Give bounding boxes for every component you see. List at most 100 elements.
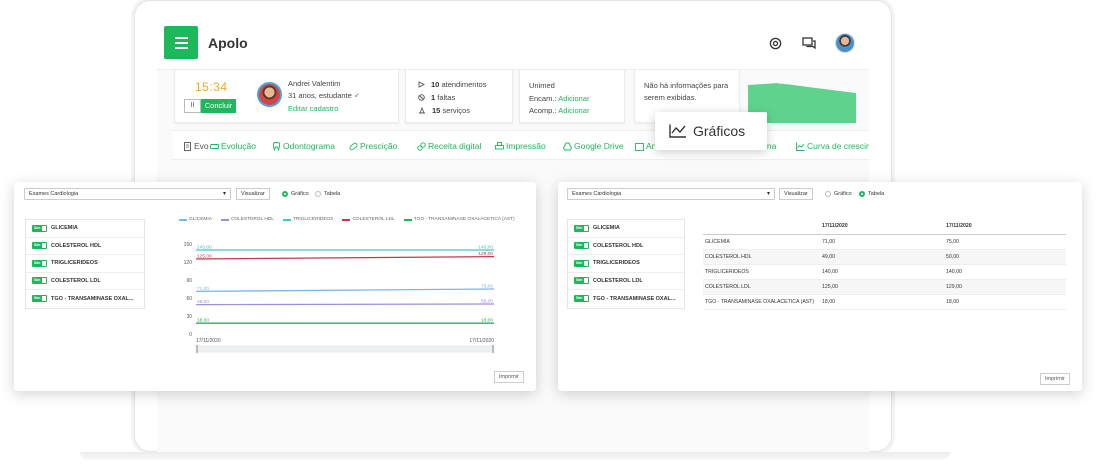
scale-icon xyxy=(419,107,425,114)
exam-item-triglicerideos[interactable]: Sim TRIGLICERIDEOS xyxy=(26,255,144,273)
table-panel: Exames Cardiologia ▾ Visualizar Gráfico T… xyxy=(558,182,1082,391)
radio-chart[interactable]: Gráfico xyxy=(282,191,309,197)
data-label: 50,00 xyxy=(481,299,493,305)
exam-item-triglicerideos[interactable]: Sim TRIGLICERIDEOS xyxy=(568,255,684,273)
insurance-card: Unimed Encam.: Adicionar Acomp.: Adicion… xyxy=(519,69,625,123)
legend-item[interactable]: GLICEMIA xyxy=(179,217,212,222)
visualize-button[interactable]: Visualizar xyxy=(779,188,813,200)
tab-evolucao[interactable]: Evolução xyxy=(210,141,256,151)
tab-google-drive[interactable]: Google Drive xyxy=(563,141,624,151)
radio-table[interactable]: Tabela xyxy=(859,191,884,197)
tab-curva-crescimento[interactable]: Curva de crescimento xyxy=(796,141,869,151)
exam-item-ldl[interactable]: Sim COLESTEROL LDL xyxy=(26,273,144,290)
exam-item-tgo[interactable]: Sim TGO - TRANSAMINASE OXAL... xyxy=(568,290,684,308)
table-cell: 75,00 xyxy=(944,234,1066,250)
user-avatar[interactable] xyxy=(835,33,855,53)
document-icon xyxy=(184,141,191,151)
chart-panel: Exames Cardiologia ▾ Visualizar Gráfico T… xyxy=(14,182,536,391)
insurance-name: Unimed xyxy=(529,81,555,90)
stat-appointments: 10 atendimentos xyxy=(418,80,486,89)
table-cell: 140,00 xyxy=(820,264,944,280)
exam-item-hdl[interactable]: Sim COLESTEROL HDL xyxy=(26,238,144,255)
edit-profile-link[interactable]: Editar cadastro xyxy=(288,104,338,113)
acomp-add-link[interactable]: Adicionar xyxy=(558,106,589,115)
y-tick-label: 150 xyxy=(184,242,193,248)
chat-icon[interactable] xyxy=(802,36,816,50)
encam-add-link[interactable]: Adicionar xyxy=(558,94,589,103)
patient-card: 15:34 II Concluir Andrei Valentim 31 ano… xyxy=(174,69,399,123)
tab-prescricao[interactable]: Prescição xyxy=(349,141,397,151)
legend-item[interactable]: TGO - TRANSAMINASE OXALACETICA (AST) xyxy=(403,217,515,222)
series-line xyxy=(195,288,495,293)
graficos-tooltip[interactable]: Gráficos xyxy=(655,112,767,150)
stage: Apolo 15:34 II Concluir Andrei Valentim … xyxy=(0,0,1096,465)
exam-group-select[interactable]: Exames Cardiologia ▾ xyxy=(24,188,231,200)
exam-toggle[interactable]: Sim xyxy=(574,295,589,303)
data-label: 140,00 xyxy=(478,245,493,251)
table-cell: 140,00 xyxy=(944,264,1066,280)
visualize-button[interactable]: Visualizar xyxy=(236,188,270,200)
support-icon[interactable] xyxy=(768,36,782,50)
exam-toggle[interactable]: Sim xyxy=(32,295,47,303)
exam-toggle[interactable]: Sim xyxy=(574,242,589,250)
print-button[interactable]: Imprimir xyxy=(1040,373,1070,385)
exam-item-tgo[interactable]: Sim TGO - TRANSAMINASE OXAL... xyxy=(26,290,144,308)
exam-toggle[interactable]: Sim xyxy=(32,277,47,285)
y-tick-label: 30 xyxy=(186,314,192,320)
caret-down-icon: ▾ xyxy=(766,191,770,197)
play-icon xyxy=(418,81,425,88)
x-tick-label: 17/11/2020 xyxy=(469,338,494,344)
laptop-base xyxy=(80,452,950,460)
table-cell: GLICEMIA xyxy=(703,234,820,250)
data-label: 49,00 xyxy=(197,299,209,305)
exam-toggle[interactable]: Sim xyxy=(32,259,47,267)
chart-icon xyxy=(796,142,805,151)
data-label: 18,00 xyxy=(197,318,209,324)
table-cell: 129,00 xyxy=(944,279,1066,295)
data-label: 129,00 xyxy=(478,251,493,257)
exam-toggle[interactable]: Sim xyxy=(32,224,47,232)
table-header-cell: 17/11/2020 xyxy=(820,219,944,235)
legend-item[interactable]: COLESTEROL HDL xyxy=(220,217,274,222)
table-row: TRIGLICERIDEOS 140,00 140,00 xyxy=(703,264,1066,280)
print-button[interactable]: Imprimir xyxy=(494,371,524,383)
table-cell: 125,00 xyxy=(820,279,944,295)
legend-item[interactable]: COLESTEROL LDL xyxy=(342,217,395,222)
range-handle-right xyxy=(492,345,494,353)
table-cell: TRIGLICERIDEOS xyxy=(703,264,820,280)
radio-chart[interactable]: Gráfico xyxy=(825,191,852,197)
exam-item-ldl[interactable]: Sim COLESTEROL LDL xyxy=(568,273,684,290)
tab-receita-digital[interactable]: Receita digital xyxy=(417,141,481,151)
evolution-icon xyxy=(210,143,219,149)
y-tick-label: 90 xyxy=(186,278,192,284)
chart-legend: GLICEMIA COLESTEROL HDL TRIGLICERIDEOS C… xyxy=(179,217,515,222)
tab-evo[interactable]: Evo xyxy=(183,141,209,151)
table-header-row: 17/11/2020 17/11/2020 xyxy=(703,219,1066,235)
tab-an[interactable]: An xyxy=(635,141,656,151)
exam-item-glicemia[interactable]: Sim GLICEMIA xyxy=(26,220,144,238)
menu-button[interactable] xyxy=(164,26,198,59)
exam-toggle[interactable]: Sim xyxy=(574,277,589,285)
radio-table[interactable]: Tabela xyxy=(315,191,340,197)
table-header-cell xyxy=(703,219,820,235)
exam-results-table: 17/11/2020 17/11/2020 GLICEMIA 71,00 75,00… xyxy=(703,219,1066,310)
pause-button[interactable]: II xyxy=(184,99,201,113)
tab-odontograma[interactable]: Odontograma xyxy=(272,141,335,151)
table-row: COLESTEROL LDL 125,00 129,00 xyxy=(703,279,1066,295)
y-tick-label: 120 xyxy=(184,260,193,266)
patient-name: Andrei Valentim xyxy=(288,79,341,88)
conclude-button[interactable]: Concluir xyxy=(201,99,236,113)
tab-impressao[interactable]: Impressão xyxy=(495,141,546,151)
exam-toggle[interactable]: Sim xyxy=(574,224,589,232)
legend-item[interactable]: TRIGLICERIDEOS xyxy=(282,217,333,222)
series-line xyxy=(195,303,495,306)
table-cell: COLESTEROL HDL xyxy=(703,249,820,265)
table-row: COLESTEROL HDL 49,00 50,00 xyxy=(703,249,1066,265)
exam-item-hdl[interactable]: Sim COLESTEROL HDL xyxy=(568,238,684,255)
printer-icon xyxy=(495,141,504,149)
stats-card: 10 atendimentos 1 faltas 15 serviços xyxy=(405,69,513,123)
exam-group-select[interactable]: Exames Cardiologia ▾ xyxy=(567,188,775,200)
exam-item-glicemia[interactable]: Sim GLICEMIA xyxy=(568,220,684,238)
exam-toggle[interactable]: Sim xyxy=(574,259,589,267)
exam-toggle[interactable]: Sim xyxy=(32,242,47,250)
